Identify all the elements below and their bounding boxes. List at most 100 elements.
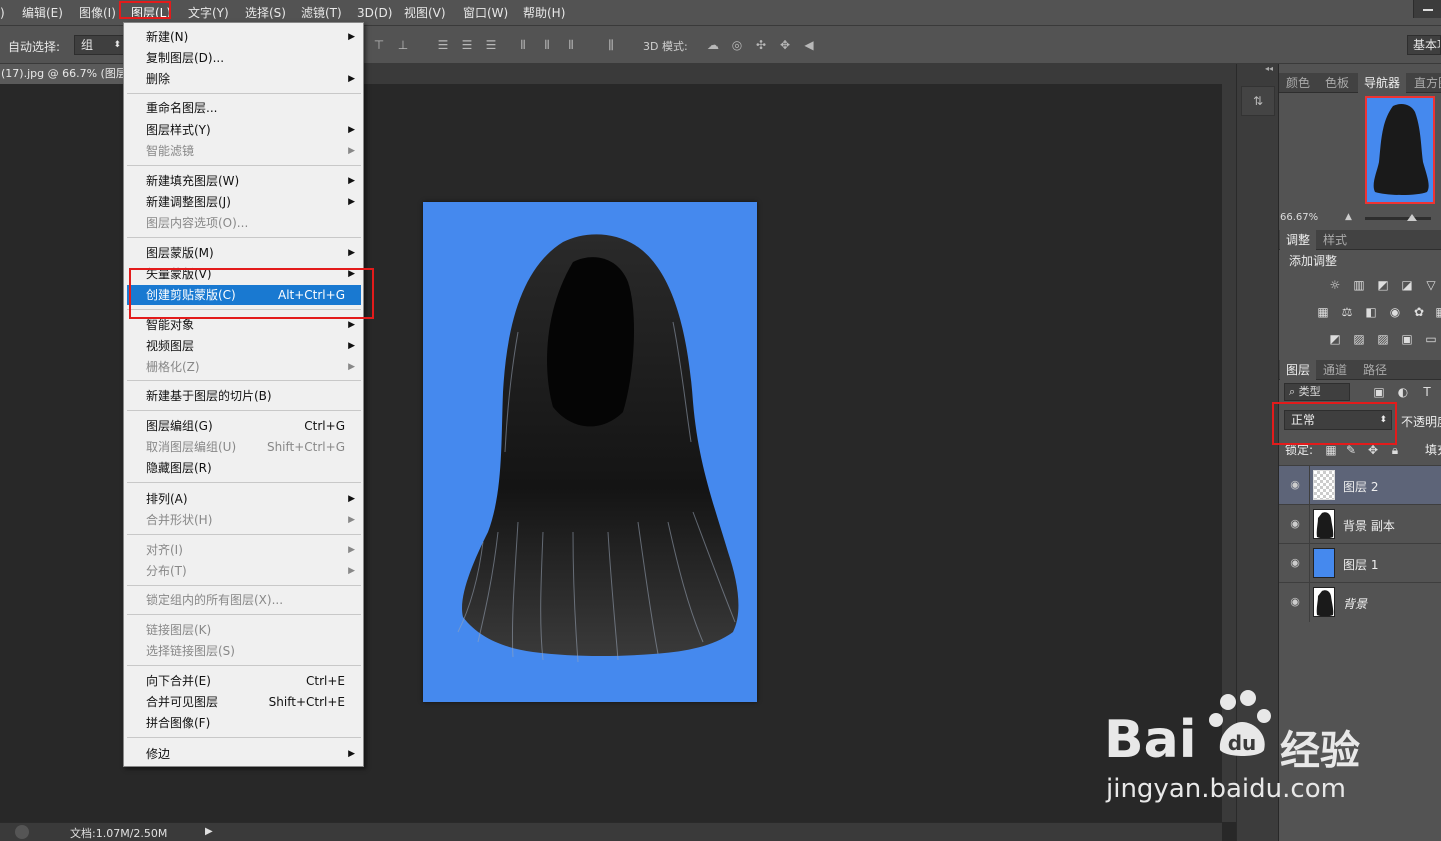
threshold-icon[interactable]: ▨ [1375, 332, 1391, 346]
menu-file[interactable]: ﾞ) [0, 5, 5, 21]
layer-row[interactable]: ◉ 图层 2 [1279, 465, 1441, 505]
menu-view[interactable]: 视图(V) [404, 5, 446, 21]
black-white-icon[interactable]: ◧ [1363, 305, 1379, 319]
workspace-switcher[interactable]: 基本功能 [1407, 35, 1441, 55]
navigator-preview[interactable] [1365, 96, 1435, 204]
menu-item-new[interactable]: 新建(N) ▶ [127, 27, 361, 47]
menu-type[interactable]: 文字(Y) [188, 5, 229, 21]
lock-transparent-icon[interactable]: ▦ [1323, 443, 1339, 457]
auto-select-dropdown[interactable]: 组 ⬍ [74, 35, 126, 55]
visibility-eye-icon[interactable]: ◉ [1288, 556, 1302, 570]
layer-row[interactable]: ◉ 背景 副本 [1279, 504, 1441, 544]
align-top-icon[interactable]: ⊤ [372, 38, 386, 52]
menu-item-shortcut: Ctrl+G [304, 419, 345, 433]
menu-image[interactable]: 图像(I) [79, 5, 116, 21]
slide-3d-icon[interactable]: ✥ [778, 38, 792, 52]
layer-row[interactable]: ◉ 背景 [1279, 582, 1441, 622]
rotate-3d-icon[interactable]: ☁ [706, 38, 720, 52]
drag-3d-icon[interactable]: ✣ [754, 38, 768, 52]
tab-navigator[interactable]: 导航器 [1358, 73, 1407, 93]
canvas-vertical-scrollbar[interactable] [1222, 84, 1236, 822]
layer-row[interactable]: ◉ 图层 1 [1279, 543, 1441, 583]
menu-filter[interactable]: 滤镜(T) [301, 5, 342, 21]
menu-item-merge-down[interactable]: 向下合并(E) Ctrl+E [127, 671, 361, 691]
lock-position-icon[interactable]: ✥ [1365, 443, 1381, 457]
menu-item-duplicate-layer[interactable]: 复制图层(D)... [127, 48, 361, 68]
scale-3d-icon[interactable]: ◀ [802, 38, 816, 52]
visibility-eye-icon[interactable]: ◉ [1288, 595, 1302, 609]
menu-item-matting[interactable]: 修边 ▶ [127, 744, 361, 764]
menu-item-rename-layer[interactable]: 重命名图层... [127, 98, 361, 118]
filter-pixel-icon[interactable]: ▣ [1371, 385, 1387, 399]
visibility-eye-icon[interactable]: ◉ [1288, 478, 1302, 492]
tab-styles[interactable]: 样式 [1317, 230, 1353, 250]
tab-adjustments[interactable]: 调整 [1280, 230, 1317, 250]
menu-item-arrange[interactable]: 排列(A) ▶ [127, 489, 361, 509]
gradient-map-icon[interactable]: ▭ [1423, 332, 1439, 346]
auto-align-icon[interactable]: ⫼ [604, 38, 618, 52]
lock-paint-icon[interactable]: ✎ [1343, 443, 1359, 457]
vibrance-icon[interactable]: ▽ [1423, 278, 1439, 292]
distribute-hcenter-icon[interactable]: ⫴ [540, 38, 554, 52]
roll-3d-icon[interactable]: ◎ [730, 38, 744, 52]
posterize-icon[interactable]: ▨ [1351, 332, 1367, 346]
menu-item-new-adjustment-layer[interactable]: 新建调整图层(J) ▶ [127, 192, 361, 212]
distribute-vcenter-icon[interactable]: ☰ [460, 38, 474, 52]
menu-item-layer-mask[interactable]: 图层蒙版(M) ▶ [127, 243, 361, 263]
tab-color[interactable]: 颜色 [1280, 73, 1316, 93]
curves-icon[interactable]: ◩ [1375, 278, 1391, 292]
minimize-button[interactable] [1413, 0, 1441, 18]
layer-name[interactable]: 背景 [1343, 595, 1367, 612]
menu-item-flatten-image[interactable]: 拼合图像(F) [127, 713, 361, 733]
menu-select[interactable]: 选择(S) [245, 5, 286, 21]
zoom-out-icon[interactable]: ▲ [1345, 212, 1352, 222]
filter-type-icon[interactable]: T [1419, 385, 1435, 399]
tab-swatches[interactable]: 色板 [1319, 73, 1355, 93]
menu-item-video-layer[interactable]: 视频图层 ▶ [127, 336, 361, 356]
channel-mixer-icon[interactable]: ✿ [1411, 305, 1427, 319]
menu-3d[interactable]: 3D(D) [357, 5, 392, 21]
menu-edit[interactable]: 编辑(E) [22, 5, 63, 21]
layer-name[interactable]: 背景 副本 [1343, 517, 1395, 534]
menu-help[interactable]: 帮助(H) [523, 5, 565, 21]
layer-name[interactable]: 图层 2 [1343, 478, 1378, 495]
menu-window[interactable]: 窗口(W) [463, 5, 508, 21]
lock-all-icon[interactable]: 🔒︎ [1387, 443, 1403, 457]
tab-histogram[interactable]: 直方图 [1408, 73, 1441, 93]
invert-icon[interactable]: ◩ [1327, 332, 1343, 346]
layer-name[interactable]: 图层 1 [1343, 556, 1378, 573]
color-lookup-icon[interactable]: ▦ [1433, 305, 1441, 319]
document-canvas[interactable] [423, 202, 757, 702]
exposure-icon[interactable]: ◪ [1399, 278, 1415, 292]
navigator-zoom-slider[interactable] [1365, 217, 1431, 220]
distribute-top-icon[interactable]: ☰ [436, 38, 450, 52]
menu-item-hide-layers[interactable]: 隐藏图层(R) [127, 458, 361, 478]
visibility-eye-icon[interactable]: ◉ [1288, 517, 1302, 531]
hue-saturation-icon[interactable]: ▦ [1315, 305, 1331, 319]
color-balance-icon[interactable]: ⚖ [1339, 305, 1355, 319]
align-bottom-icon[interactable]: ⊥ [396, 38, 410, 52]
distribute-right-icon[interactable]: ⫴ [564, 38, 578, 52]
navigator-zoom-knob[interactable] [1407, 214, 1417, 221]
tab-layers[interactable]: 图层 [1280, 360, 1317, 380]
menu-item-new-fill-layer[interactable]: 新建填充图层(W) ▶ [127, 171, 361, 191]
layer-filter-kind[interactable]: ⌕ 类型 [1284, 383, 1350, 401]
tab-channels[interactable]: 通道 [1317, 360, 1353, 380]
menu-item-new-layer-slice[interactable]: 新建基于图层的切片(B) [127, 386, 361, 406]
distribute-left-icon[interactable]: ⫴ [516, 38, 530, 52]
filter-adjustment-icon[interactable]: ◐ [1395, 385, 1411, 399]
menu-item-group-layers[interactable]: 图层编组(G) Ctrl+G [127, 416, 361, 436]
selective-color-icon[interactable]: ▣ [1399, 332, 1415, 346]
menu-item-delete[interactable]: 删除 ▶ [127, 69, 361, 89]
brightness-icon[interactable]: ☼ [1327, 278, 1343, 292]
menu-item-layer-style[interactable]: 图层样式(Y) ▶ [127, 120, 361, 140]
history-panel-icon[interactable]: ⇅ [1241, 86, 1275, 116]
distribute-bottom-icon[interactable]: ☰ [484, 38, 498, 52]
status-menu-arrow-icon[interactable]: ▶ [205, 826, 215, 838]
collapse-icon[interactable]: ◂◂ [1265, 64, 1273, 73]
tab-paths[interactable]: 路径 [1357, 360, 1393, 380]
photo-filter-icon[interactable]: ◉ [1387, 305, 1403, 319]
menu-item-merge-visible[interactable]: 合并可见图层 Shift+Ctrl+E [127, 692, 361, 712]
document-tab[interactable]: (17).jpg @ 66.7% (图层 [0, 64, 128, 84]
levels-icon[interactable]: ▥ [1351, 278, 1367, 292]
